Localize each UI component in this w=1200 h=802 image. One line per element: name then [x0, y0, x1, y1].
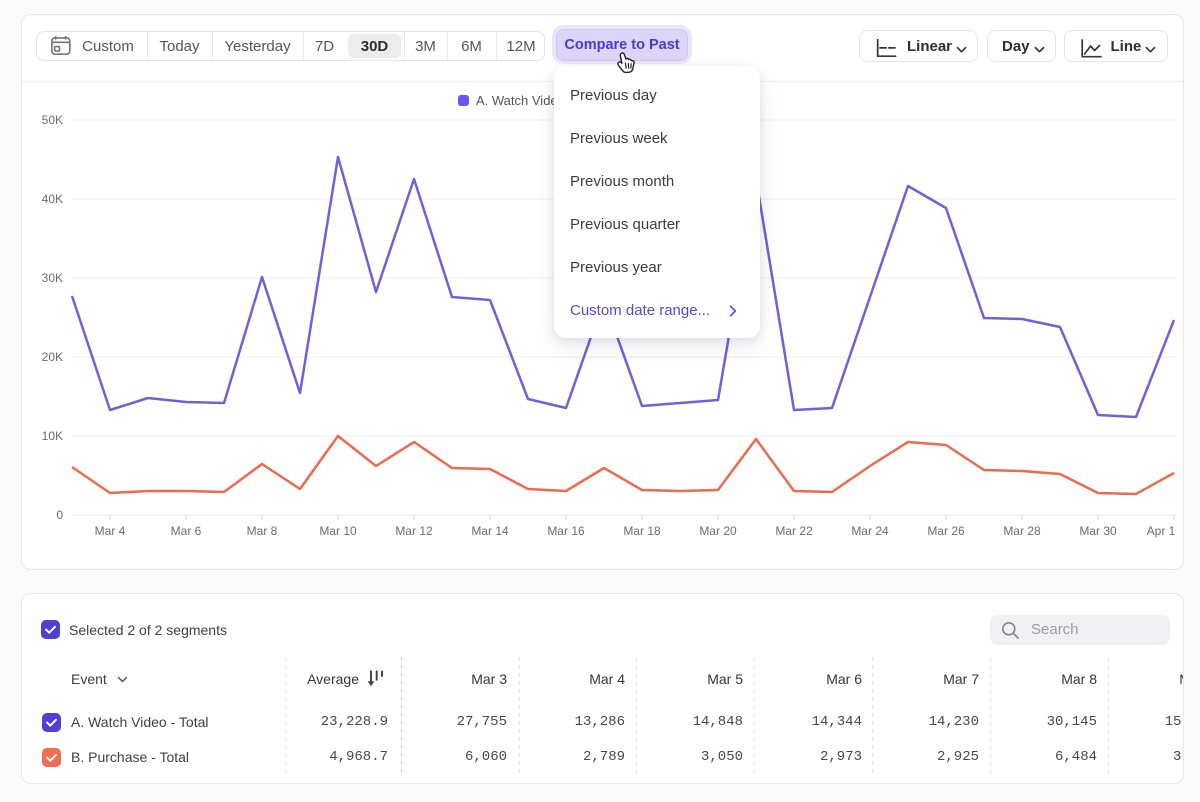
svg-text:Mar 18: Mar 18 — [623, 524, 661, 538]
svg-text:Mar 14: Mar 14 — [471, 524, 509, 538]
svg-text:Mar 24: Mar 24 — [851, 524, 889, 538]
svg-text:Mar 22: Mar 22 — [775, 524, 813, 538]
svg-text:Mar 12: Mar 12 — [395, 524, 433, 538]
svg-text:50K: 50K — [42, 113, 63, 127]
svg-text:Mar 6: Mar 6 — [171, 524, 202, 538]
svg-text:Apr 1: Apr 1 — [1147, 524, 1176, 538]
svg-text:10K: 10K — [42, 429, 63, 443]
svg-text:Mar 16: Mar 16 — [547, 524, 585, 538]
svg-text:40K: 40K — [42, 192, 63, 206]
svg-text:Mar 26: Mar 26 — [927, 524, 965, 538]
svg-text:Mar 10: Mar 10 — [319, 524, 357, 538]
svg-text:0: 0 — [56, 508, 63, 522]
svg-text:20K: 20K — [42, 350, 63, 364]
svg-text:Mar 30: Mar 30 — [1079, 524, 1117, 538]
svg-text:30K: 30K — [42, 271, 63, 285]
svg-text:Mar 20: Mar 20 — [699, 524, 737, 538]
svg-text:Mar 8: Mar 8 — [247, 524, 278, 538]
svg-text:Mar 4: Mar 4 — [95, 524, 126, 538]
svg-text:Mar 28: Mar 28 — [1003, 524, 1041, 538]
